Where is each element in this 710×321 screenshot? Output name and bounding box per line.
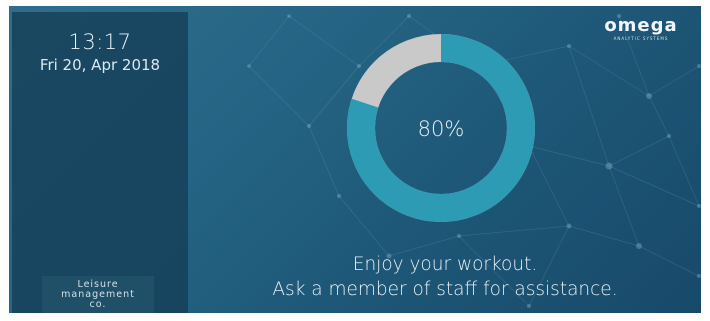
progress-percent-label: 80% <box>417 117 465 141</box>
info-sidebar: 13:17 Fri 20, Apr 2018 Leisure managemen… <box>12 12 188 313</box>
welcome-message: Enjoy your workout. <box>352 254 538 275</box>
current-date: Fri 20, Apr 2018 <box>39 56 161 74</box>
kiosk-screen: 13:17 Fri 20, Apr 2018 Leisure managemen… <box>9 6 701 313</box>
clock-time: 13:17 <box>68 30 132 54</box>
assistance-message: Ask a member of staff for assistance. <box>272 279 618 300</box>
brand-tagline: ANALYTIC SYSTEMS <box>613 36 669 41</box>
operator-logo: Leisure management co. <box>42 276 154 313</box>
brand-name: omega <box>604 15 678 36</box>
operator-name: Leisure management co. <box>61 279 135 310</box>
kiosk-frame: 13:17 Fri 20, Apr 2018 Leisure managemen… <box>0 0 710 321</box>
brand-logo: omega ANALYTIC SYSTEMS <box>591 15 691 42</box>
